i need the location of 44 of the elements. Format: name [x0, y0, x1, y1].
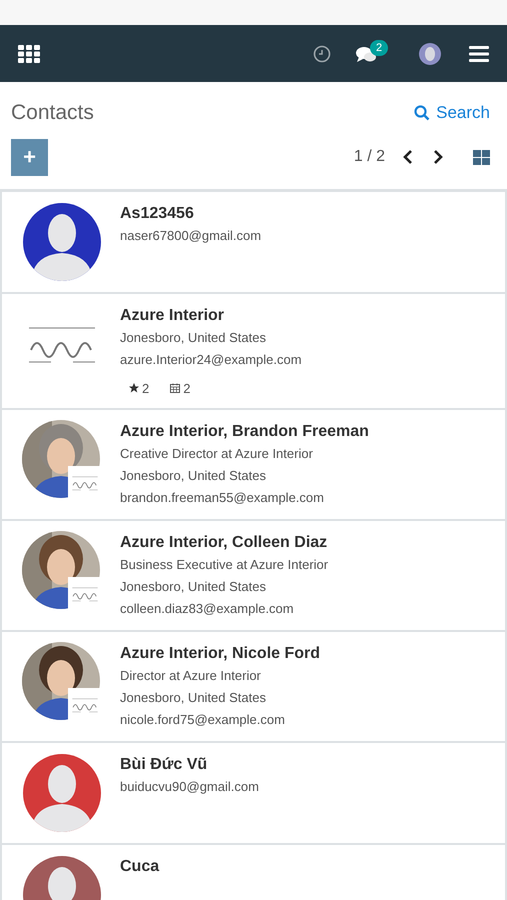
contact-name: Bùi Đức Vũ [120, 755, 208, 775]
kanban-view-icon[interactable] [473, 150, 490, 164]
contact-detail: naser67800@gmail.com [120, 226, 262, 245]
contact-card[interactable]: Cuca [2, 845, 505, 900]
calendar-icon [169, 382, 182, 394]
contact-name: As123456 [120, 204, 195, 224]
contact-card[interactable]: Azure Interior, Colleen Diaz Business Executive at Azure Interior Jonesboro, United States colleen.diaz83@example.com [2, 521, 505, 630]
next-icon[interactable] [433, 150, 443, 164]
contact-detail: Creative Director at Azure Interior [120, 445, 314, 463]
contact-name: Cuca [120, 857, 160, 877]
counter-value: 2 [142, 380, 150, 398]
contact-detail: Jonesboro, United States [120, 467, 267, 485]
search-button[interactable]: Search [414, 100, 496, 126]
contact-detail: nicole.ford75@example.com [120, 711, 286, 729]
star-icon [128, 382, 140, 394]
contact-detail: Business Executive at Azure Interior [120, 556, 328, 574]
create-button[interactable]: + [11, 138, 48, 176]
contact-detail: Jonesboro, United States [120, 578, 267, 596]
contact-card[interactable]: As123456 naser67800@gmail.com [2, 192, 505, 292]
contact-name: Azure Interior [120, 306, 226, 326]
contact-detail: azure.Interior24@example.com [120, 350, 302, 369]
contact-name: Azure Interior, Nicole Ford [120, 644, 320, 664]
contact-detail: Jonesboro, United States [120, 328, 267, 346]
contact-detail: Director at Azure Interior [120, 667, 262, 685]
contact-detail: buiducvu90@gmail.com [120, 778, 259, 796]
contact-card[interactable]: Azure Interior Jonesboro, United States azure.Interior24@example.com 2 2 [2, 294, 505, 408]
contact-detail: brandon.freeman55@example.com [120, 489, 325, 507]
apps-grid-icon[interactable] [18, 44, 40, 62]
contact-card[interactable]: Azure Interior, Brandon Freeman Creative Director at Azure Interior Jonesboro, United States brandon.freeman55@example.com [2, 410, 505, 519]
contact-detail: Jonesboro, United States [120, 689, 267, 707]
pager-value: 1 / 2 [354, 147, 385, 167]
contact-card[interactable]: Azure Interior, Nicole Ford Director at Azure Interior Jonesboro, United States nicole.ford75@example.com [2, 632, 505, 741]
search-icon [414, 104, 430, 121]
clock-icon[interactable] [313, 44, 331, 62]
contact-card[interactable]: Bùi Đức Vũ buiducvu90@gmail.com [2, 743, 505, 843]
contact-detail: colleen.diaz83@example.com [120, 600, 295, 618]
counter-value: 2 [183, 380, 190, 398]
contact-name: Azure Interior, Colleen Diaz [120, 533, 328, 553]
previous-icon[interactable] [403, 150, 413, 164]
message-count-badge: 2 [370, 40, 388, 56]
menu-icon[interactable] [469, 46, 489, 62]
user-avatar-icon[interactable] [419, 42, 441, 64]
page-title: Contacts [11, 100, 94, 126]
contact-name: Azure Interior, Brandon Freeman [120, 422, 369, 442]
